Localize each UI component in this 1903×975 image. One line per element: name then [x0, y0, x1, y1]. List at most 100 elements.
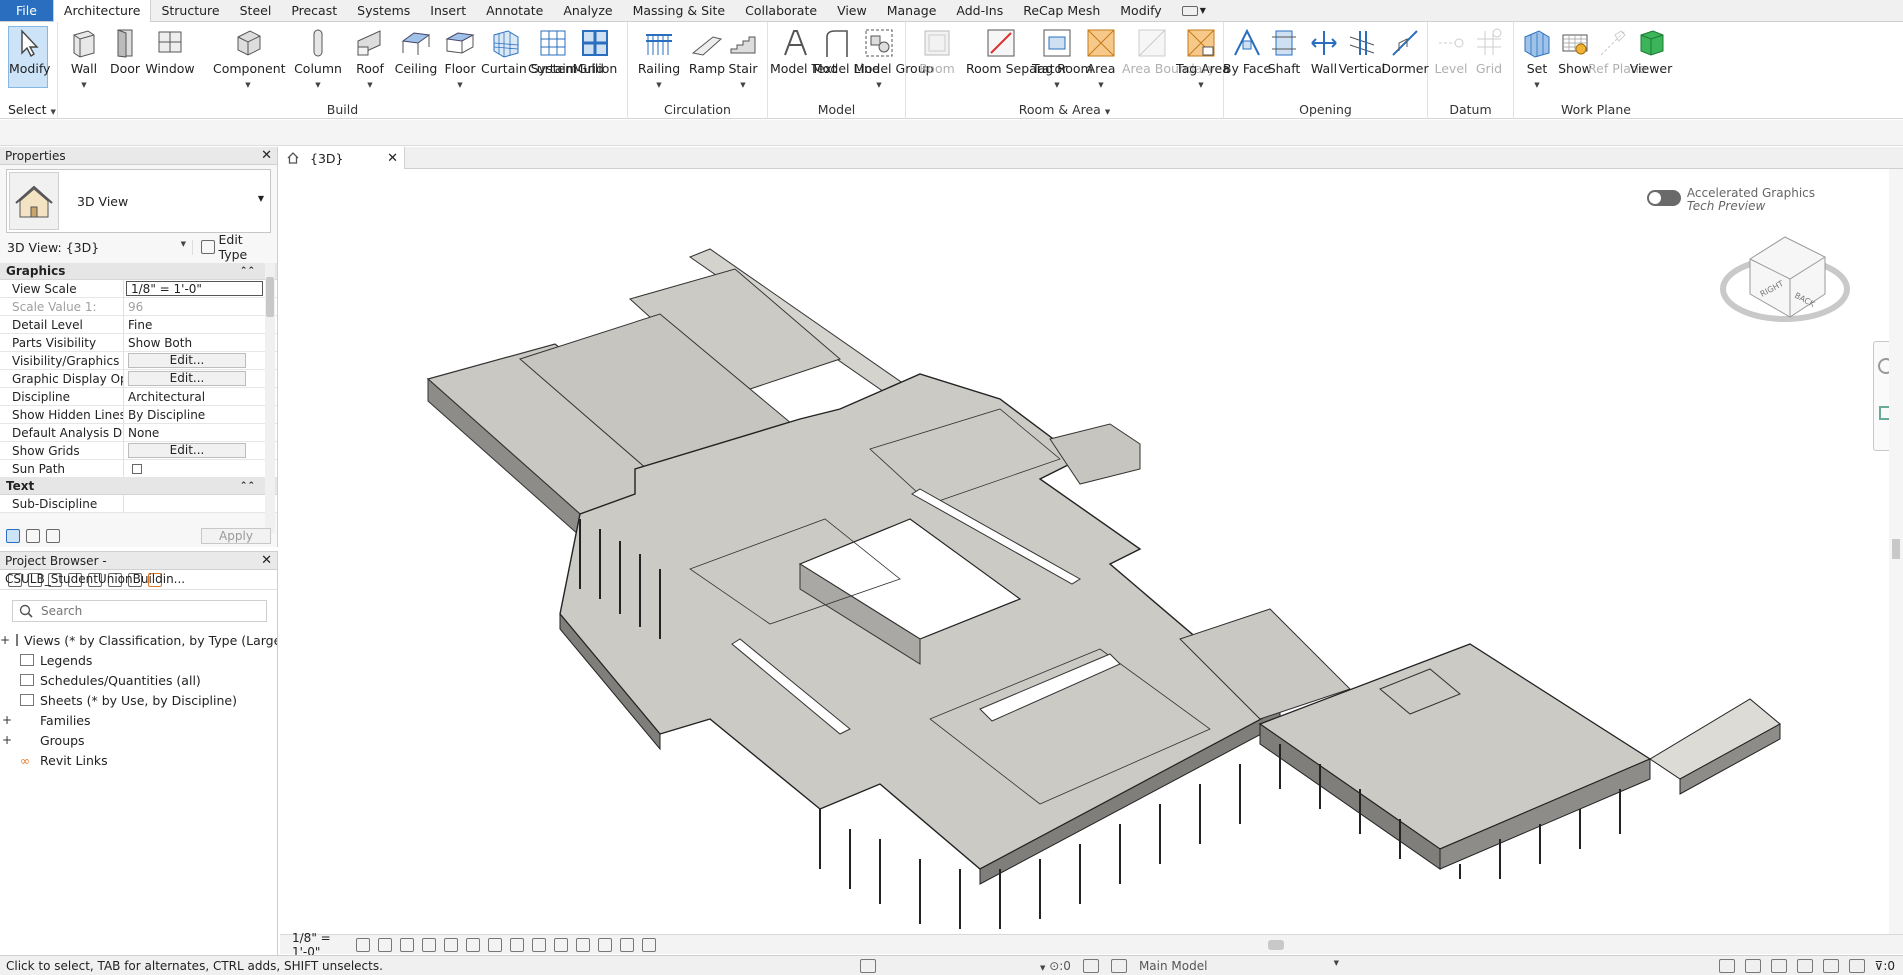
show-crop-icon[interactable] [488, 937, 502, 952]
instance-selector[interactable]: 3D View: {3D} ▼ [4, 239, 193, 255]
door-button[interactable]: Door [100, 27, 150, 76]
shadows-icon[interactable] [422, 937, 436, 952]
tab-view[interactable]: View [827, 0, 877, 21]
tab-insert[interactable]: Insert [420, 0, 476, 21]
component-button[interactable]: Component ▼ [213, 27, 286, 92]
expand-icon[interactable]: + [0, 633, 10, 647]
mullion-button[interactable]: Mullion [570, 27, 620, 76]
tag-room-button[interactable]: Tag Room ▼ [1032, 27, 1093, 92]
select-underlay-icon[interactable] [1744, 958, 1761, 973]
toggle-switch[interactable] [1646, 190, 1681, 206]
select-pinned-icon[interactable] [1770, 958, 1787, 973]
viewcube[interactable] [1720, 236, 1850, 322]
show-hidden-lines-field[interactable]: By Discipline [124, 406, 263, 423]
stair-button[interactable]: Stair ▼ [718, 27, 768, 92]
graphic-display-edit-button[interactable]: Edit... [128, 371, 246, 386]
tree-item-families[interactable]: + Families [0, 710, 277, 730]
browser-search[interactable] [12, 600, 267, 622]
search-input[interactable] [41, 604, 241, 618]
select-links-icon[interactable] [1718, 958, 1735, 973]
tree-item-sheets[interactable]: Sheets (* by Use, by Discipline) [0, 690, 277, 710]
tab-recap-mesh[interactable]: ReCap Mesh [1013, 0, 1110, 21]
worksets-icon[interactable] [860, 958, 876, 973]
collapse-icon[interactable]: ⌃⌃ [240, 478, 255, 495]
horizontal-scrollbar[interactable] [728, 940, 1885, 950]
view-tab-3d[interactable]: {3D} ✕ [280, 147, 405, 169]
render-icon[interactable] [444, 937, 458, 952]
reveal-constraints-icon[interactable] [642, 937, 656, 952]
default-analysis-field[interactable]: None [124, 424, 263, 441]
tab-steel[interactable]: Steel [230, 0, 282, 21]
tab-analyze[interactable]: Analyze [553, 0, 622, 21]
roof-button[interactable]: Roof ▼ [345, 27, 395, 92]
room-separator-button[interactable]: Room Separator [966, 27, 1067, 76]
tab-structure[interactable]: Structure [151, 0, 229, 21]
building-model[interactable]: RIGHT BACK [280, 169, 1903, 934]
visibility-graphics-edit-button[interactable]: Edit... [128, 353, 246, 368]
apply-button[interactable]: Apply [201, 528, 271, 544]
section-graphics[interactable]: Graphics ⌃⌃ [0, 263, 277, 280]
column-button[interactable]: Column ▼ [288, 27, 348, 92]
visual-style-icon[interactable] [378, 937, 392, 952]
tag-area-button[interactable]: Tag Area ▼ [1176, 27, 1230, 92]
modify-button[interactable]: Modify [8, 26, 50, 88]
crop-view-icon[interactable] [466, 937, 480, 952]
design-option-selector[interactable]: Main Model ▼ [1139, 959, 1339, 973]
sun-path-checkbox[interactable] [132, 464, 142, 474]
categorize-icon[interactable] [6, 529, 20, 543]
scrollbar-thumb[interactable] [1892, 539, 1900, 559]
lock-view-icon[interactable] [510, 937, 524, 952]
scrollbar-thumb[interactable] [266, 277, 274, 317]
tab-modify[interactable]: Modify [1110, 0, 1171, 21]
sort-ascending-icon[interactable] [26, 529, 40, 543]
tree-item-views[interactable]: + Views (* by Classification, by Type (La… [0, 630, 277, 650]
sub-discipline-field[interactable] [124, 495, 263, 512]
design-options-icon[interactable] [1110, 958, 1127, 973]
sort-descending-icon[interactable] [46, 529, 60, 543]
parts-visibility-field[interactable]: Show Both [124, 334, 263, 351]
curtain-system-button[interactable]: Curtain System [481, 27, 577, 76]
reveal-hidden-icon[interactable] [554, 937, 568, 952]
select-dropdown[interactable]: Select ▼ [8, 102, 56, 117]
tab-annotate[interactable]: Annotate [476, 0, 553, 21]
tab-massing-site[interactable]: Massing & Site [623, 0, 736, 21]
drag-elements-icon[interactable] [1822, 958, 1839, 973]
window-button[interactable]: Window [145, 27, 195, 76]
scrollbar-thumb[interactable] [1268, 940, 1284, 950]
type-selector[interactable]: 3D View ▼ [6, 169, 271, 233]
analytical-model-icon[interactable] [598, 937, 612, 952]
detail-level-field[interactable]: Fine [124, 316, 263, 333]
accelerated-graphics-toggle[interactable]: Accelerated Graphics Tech Preview [1646, 187, 1815, 213]
viewer-button[interactable]: Viewer [1626, 27, 1676, 76]
expand-icon[interactable]: + [0, 733, 14, 747]
background-process-icon[interactable] [1848, 958, 1865, 973]
temporary-view-properties-icon[interactable] [576, 937, 590, 952]
dormer-button[interactable]: Dormer [1380, 27, 1430, 76]
expand-icon[interactable]: + [0, 713, 14, 727]
tab-collaborate[interactable]: Collaborate [735, 0, 827, 21]
grid-button[interactable]: Grid [1464, 27, 1514, 76]
select-by-face-icon[interactable] [1796, 958, 1813, 973]
tree-item-groups[interactable]: + Groups [0, 730, 277, 750]
tab-systems[interactable]: Systems [347, 0, 420, 21]
contextual-tab-toggle[interactable]: ▼ [1172, 0, 1216, 21]
edit-type-button[interactable]: Edit Type [193, 232, 273, 262]
editing-requests-icon[interactable] [1082, 958, 1099, 973]
tree-item-revit-links[interactable]: ∞ Revit Links [0, 750, 277, 770]
tab-manage[interactable]: Manage [877, 0, 947, 21]
tree-item-schedules[interactable]: Schedules/Quantities (all) [0, 670, 277, 690]
highlight-displacement-icon[interactable] [620, 937, 634, 952]
temporary-hide-icon[interactable] [532, 937, 546, 952]
section-text[interactable]: Text ⌃⌃ [0, 478, 277, 495]
collapse-icon[interactable]: ⌃⌃ [240, 263, 255, 280]
close-icon[interactable]: ✕ [261, 552, 272, 570]
show-grids-edit-button[interactable]: Edit... [128, 443, 246, 458]
model-group-button[interactable]: Model Group ▼ [854, 27, 934, 92]
area-button[interactable]: Area ▼ [1076, 27, 1126, 92]
room-button[interactable]: Room [912, 27, 962, 76]
group-label-room-area[interactable]: Room & Area ▼ [906, 102, 1223, 117]
3d-viewport[interactable]: RIGHT BACK Accelerated Graphics Tech Pre… [280, 169, 1903, 934]
close-icon[interactable]: ✕ [261, 147, 272, 165]
tree-item-legends[interactable]: Legends [0, 650, 277, 670]
close-icon[interactable]: ✕ [387, 151, 398, 166]
